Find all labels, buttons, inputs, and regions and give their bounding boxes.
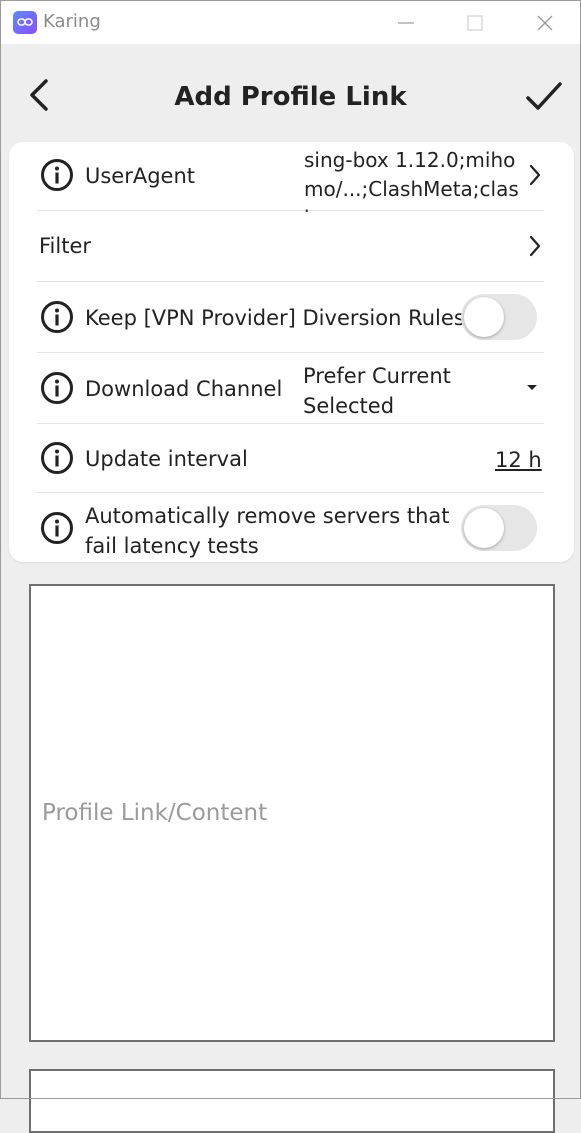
chevron-right-icon — [529, 235, 541, 257]
info-icon[interactable] — [40, 371, 74, 405]
keep-diversion-rules-label: Keep [VPN Provider] Diversion Rules — [85, 306, 465, 330]
settings-card: UserAgent sing-box 1.12.0;mihomo/...;Cla… — [9, 142, 574, 562]
keep-diversion-rules-toggle[interactable] — [461, 294, 537, 340]
update-interval-label: Update interval — [85, 447, 248, 471]
download-channel-select[interactable]: Prefer Current Selected — [303, 361, 483, 421]
minimize-icon — [398, 22, 414, 24]
filter-row[interactable]: Filter — [37, 211, 544, 282]
maximize-button[interactable] — [440, 1, 510, 44]
download-channel-label: Download Channel — [85, 377, 283, 401]
user-agent-value: sing-box 1.12.0;mihomo/...;ClashMeta;cla… — [304, 148, 519, 212]
maximize-icon — [467, 15, 483, 31]
secondary-input-field[interactable] — [29, 1069, 555, 1133]
keep-diversion-rules-row: Keep [VPN Provider] Diversion Rules — [37, 282, 544, 353]
info-icon[interactable] — [40, 511, 74, 545]
user-agent-label: UserAgent — [85, 164, 196, 188]
update-interval-row: Update interval 12 h — [37, 424, 544, 493]
info-icon[interactable] — [40, 441, 74, 475]
close-icon — [537, 15, 553, 31]
confirm-button[interactable] — [524, 80, 564, 114]
dropdown-arrow-icon — [527, 385, 537, 390]
link-icon — [13, 11, 37, 34]
auto-remove-servers-label: Automatically remove servers that fail l… — [85, 504, 450, 558]
update-interval-value[interactable]: 12 h — [495, 448, 542, 472]
info-icon[interactable] — [40, 300, 74, 334]
profile-content-textarea[interactable]: Profile Link/Content — [29, 584, 555, 1042]
toggle-knob — [464, 297, 504, 337]
auto-remove-servers-toggle[interactable] — [461, 505, 537, 551]
minimize-button[interactable] — [371, 1, 441, 44]
auto-remove-servers-row: Automatically remove servers that fail l… — [37, 493, 544, 562]
checkmark-icon — [526, 82, 562, 110]
info-icon[interactable] — [40, 158, 74, 192]
title-bar: Karing — [1, 1, 580, 44]
page-title: Add Profile Link — [174, 82, 407, 112]
close-button[interactable] — [510, 1, 580, 44]
user-agent-row[interactable]: UserAgent sing-box 1.12.0;mihomo/...;Cla… — [37, 142, 544, 212]
download-channel-row[interactable]: Download Channel Prefer Current Selected — [37, 353, 544, 424]
filter-label: Filter — [39, 234, 92, 258]
window-title: Karing — [43, 11, 101, 32]
toggle-knob — [464, 508, 504, 548]
page-header: Add Profile Link — [1, 44, 580, 140]
chevron-right-icon — [529, 164, 541, 186]
profile-content-placeholder: Profile Link/Content — [42, 800, 268, 826]
